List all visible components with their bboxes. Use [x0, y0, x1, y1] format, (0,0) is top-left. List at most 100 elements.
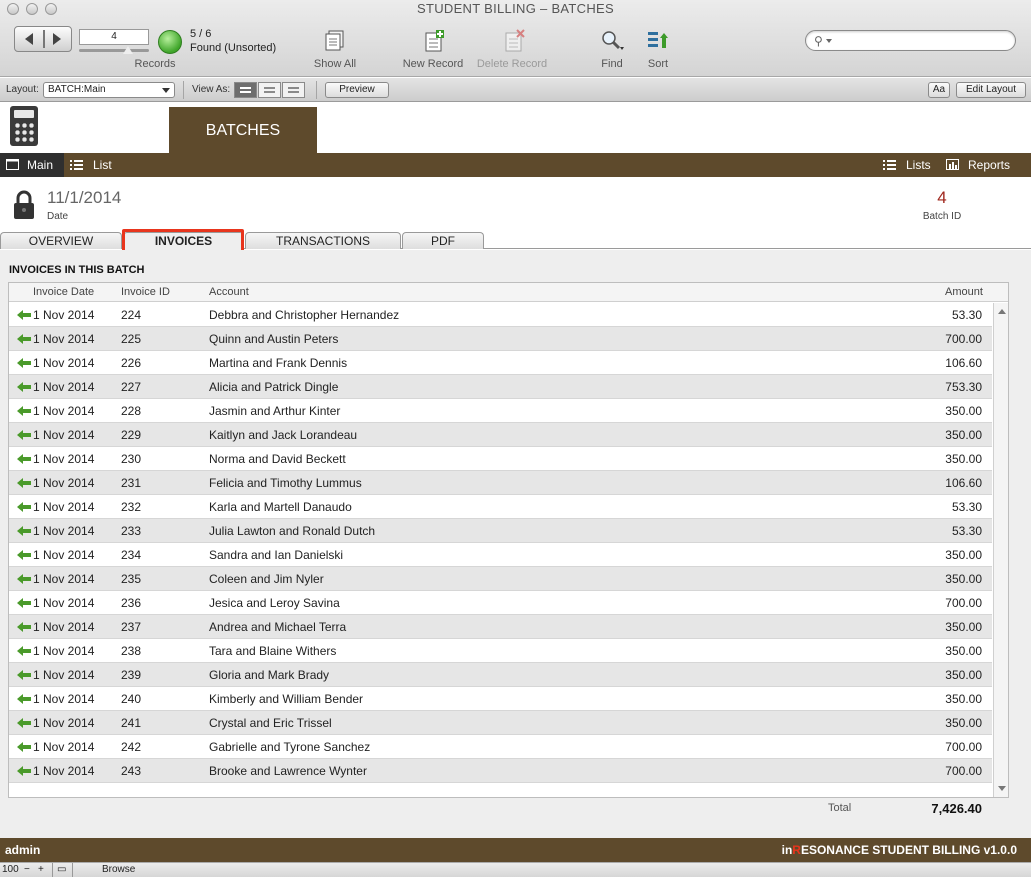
go-to-invoice-arrow-icon[interactable]: [17, 646, 31, 656]
previous-record-icon[interactable]: [25, 33, 33, 45]
table-row[interactable]: 1 Nov 2014 225 Quinn and Austin Peters 700.…: [9, 327, 992, 351]
search-options-chevron-icon[interactable]: [826, 39, 832, 43]
view-as-table-button[interactable]: [282, 82, 305, 98]
table-row[interactable]: 1 Nov 2014 238 Tara and Blaine Withers 350.…: [9, 639, 992, 663]
go-to-invoice-arrow-icon[interactable]: [17, 406, 31, 416]
show-all-button[interactable]: Show All: [305, 58, 365, 70]
preview-button[interactable]: Preview: [325, 82, 389, 98]
table-row[interactable]: 1 Nov 2014 233 Julia Lawton and Ronald Dut…: [9, 519, 992, 543]
view-as-list-button[interactable]: [258, 82, 281, 98]
batches-module-tab[interactable]: BATCHES: [169, 107, 317, 154]
column-header-account: Account: [209, 286, 249, 298]
tab-overview[interactable]: OVERVIEW: [0, 232, 122, 249]
table-row[interactable]: 1 Nov 2014 236 Jesica and Leroy Savina 700.…: [9, 591, 992, 615]
zoom-in-icon[interactable]: +: [38, 864, 44, 875]
found-set-pie-icon: [158, 30, 182, 54]
sort-icon[interactable]: [645, 29, 671, 53]
go-to-invoice-arrow-icon[interactable]: [17, 718, 31, 728]
go-to-invoice-arrow-icon[interactable]: [17, 502, 31, 512]
go-to-invoice-arrow-icon[interactable]: [17, 358, 31, 368]
go-to-invoice-arrow-icon[interactable]: [17, 310, 31, 320]
edit-layout-button[interactable]: Edit Layout: [956, 82, 1026, 98]
toggle-status-area-icon[interactable]: ▭: [57, 864, 66, 875]
records-label: Records: [134, 58, 176, 70]
slider-knob-icon[interactable]: [123, 46, 133, 54]
table-row[interactable]: 1 Nov 2014 224 Debbra and Christopher Hern…: [9, 303, 992, 327]
amount-cell: 350.00: [945, 668, 982, 682]
go-to-invoice-arrow-icon[interactable]: [17, 622, 31, 632]
table-row[interactable]: 1 Nov 2014 228 Jasmin and Arthur Kinter 350…: [9, 399, 992, 423]
nav-reports-button[interactable]: Reports: [968, 158, 1010, 172]
table-row[interactable]: 1 Nov 2014 227 Alicia and Patrick Dingle 75…: [9, 375, 992, 399]
tab-pdf[interactable]: PDF: [402, 232, 484, 249]
invoices-portal: Invoice Date Invoice ID Account Amount 1…: [8, 282, 1009, 798]
list-icon[interactable]: [70, 159, 83, 170]
table-row[interactable]: 1 Nov 2014 239 Gloria and Mark Brady 350.00: [9, 663, 992, 687]
sort-button[interactable]: Sort: [638, 58, 678, 70]
current-record-field[interactable]: 4: [79, 29, 149, 45]
invoice-date-cell: 1 Nov 2014: [33, 548, 95, 562]
new-record-icon[interactable]: [421, 29, 447, 53]
account-cell: Crystal and Eric Trissel: [209, 716, 332, 730]
layout-select[interactable]: BATCH:Main: [43, 82, 175, 98]
table-row[interactable]: 1 Nov 2014 240 Kimberly and William Bender…: [9, 687, 992, 711]
table-row[interactable]: 1 Nov 2014 241 Crystal and Eric Trissel 350…: [9, 711, 992, 735]
table-row[interactable]: 1 Nov 2014 230 Norma and David Beckett 350.…: [9, 447, 992, 471]
go-to-invoice-arrow-icon[interactable]: [17, 382, 31, 392]
portal-scrollbar[interactable]: [993, 303, 1008, 797]
calculator-screen-icon: [14, 110, 34, 118]
find-button[interactable]: Find: [592, 58, 632, 70]
go-to-invoice-arrow-icon[interactable]: [17, 334, 31, 344]
scroll-down-icon[interactable]: [998, 786, 1006, 791]
table-row[interactable]: 1 Nov 2014 235 Coleen and Jim Nyler 350.00: [9, 567, 992, 591]
scroll-up-icon[interactable]: [998, 309, 1006, 314]
record-navigator-book[interactable]: [14, 26, 72, 52]
divider: [316, 81, 317, 99]
invoice-id-cell: 232: [121, 500, 142, 514]
go-to-invoice-arrow-icon[interactable]: [17, 478, 31, 488]
go-to-invoice-arrow-icon[interactable]: [17, 430, 31, 440]
nav-list-button[interactable]: List: [93, 158, 112, 172]
table-row[interactable]: 1 Nov 2014 237 Andrea and Michael Terra 350…: [9, 615, 992, 639]
nav-main-button[interactable]: Main: [0, 153, 64, 177]
go-to-invoice-arrow-icon[interactable]: [17, 574, 31, 584]
table-row[interactable]: 1 Nov 2014 229 Kaitlyn and Jack Lorandeau 3…: [9, 423, 992, 447]
delete-record-icon[interactable]: [501, 29, 527, 53]
table-row[interactable]: 1 Nov 2014 226 Martina and Frank Dennis 106…: [9, 351, 992, 375]
go-to-invoice-arrow-icon[interactable]: [17, 598, 31, 608]
lock-icon[interactable]: [13, 190, 35, 220]
nav-lists-button[interactable]: Lists: [906, 158, 931, 172]
new-record-button[interactable]: New Record: [398, 58, 468, 70]
go-to-invoice-arrow-icon[interactable]: [17, 694, 31, 704]
quick-find-search-input[interactable]: ⚲: [805, 30, 1016, 51]
table-row[interactable]: 1 Nov 2014 242 Gabrielle and Tyrone Sanche…: [9, 735, 992, 759]
go-to-invoice-arrow-icon[interactable]: [17, 526, 31, 536]
text-formatting-button[interactable]: Aa: [928, 82, 950, 98]
tab-transactions[interactable]: TRANSACTIONS: [245, 232, 401, 249]
zoom-level[interactable]: 100: [2, 864, 19, 875]
next-record-icon[interactable]: [53, 33, 61, 45]
mode-indicator[interactable]: Browse: [102, 864, 135, 875]
brand-r: R: [792, 843, 801, 857]
record-slider[interactable]: [79, 46, 149, 54]
go-to-invoice-arrow-icon[interactable]: [17, 454, 31, 464]
delete-record-button[interactable]: Delete Record: [472, 58, 552, 70]
zoom-out-icon[interactable]: −: [24, 864, 30, 875]
account-cell: Karla and Martell Danaudo: [209, 500, 352, 514]
table-row[interactable]: 1 Nov 2014 234 Sandra and Ian Danielski 350…: [9, 543, 992, 567]
go-to-invoice-arrow-icon[interactable]: [17, 670, 31, 680]
table-row[interactable]: 1 Nov 2014 231 Felicia and Timothy Lummus 1…: [9, 471, 992, 495]
go-to-invoice-arrow-icon[interactable]: [17, 550, 31, 560]
invoice-id-cell: 237: [121, 620, 142, 634]
go-to-invoice-arrow-icon[interactable]: [17, 766, 31, 776]
find-magnifier-icon[interactable]: [599, 29, 625, 53]
table-row[interactable]: 1 Nov 2014 243 Brooke and Lawrence Wynter 7…: [9, 759, 992, 783]
invoice-id-cell: 243: [121, 764, 142, 778]
table-row[interactable]: 1 Nov 2014 232 Karla and Martell Danaudo 53…: [9, 495, 992, 519]
batch-date-value[interactable]: 11/1/2014: [47, 188, 121, 208]
reports-chart-icon[interactable]: [946, 159, 959, 170]
show-all-icon[interactable]: [322, 29, 348, 53]
lists-icon[interactable]: [883, 159, 896, 170]
go-to-invoice-arrow-icon[interactable]: [17, 742, 31, 752]
view-as-form-button[interactable]: [234, 82, 257, 98]
